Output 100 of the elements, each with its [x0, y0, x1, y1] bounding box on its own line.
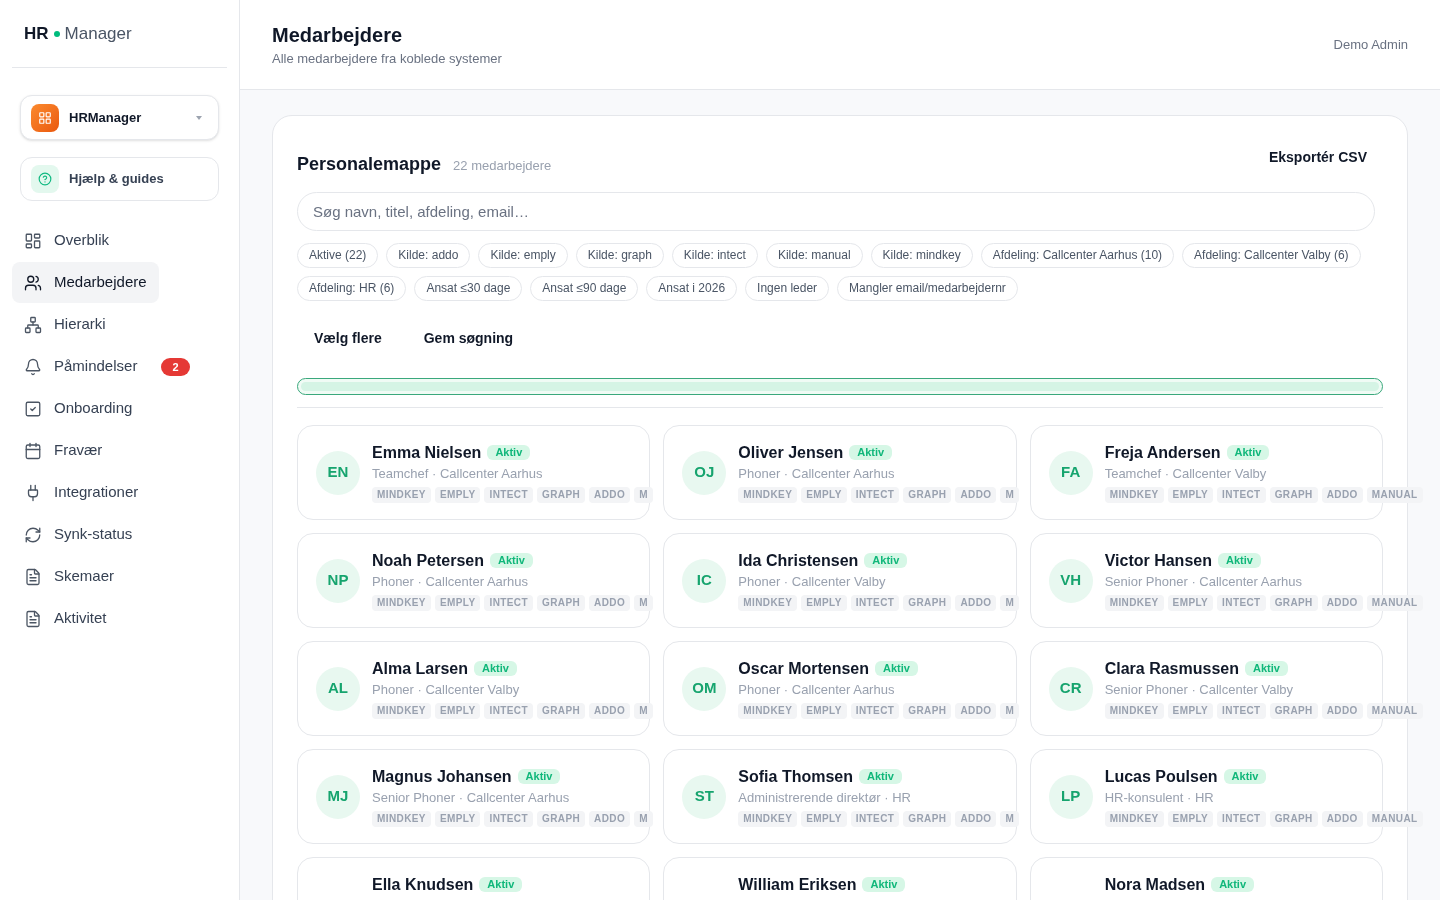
nav-item[interactable]: Overblik — [12, 220, 121, 261]
avatar-initials: OM — [682, 666, 727, 711]
action-button[interactable]: Gem søgning — [406, 321, 531, 355]
source-tag: MINDKEY — [1104, 595, 1164, 611]
employee-name: Ida Christensen — [738, 550, 859, 571]
source-tag: M — [1000, 703, 1020, 719]
source-tag: INTECT — [484, 595, 533, 611]
filter-chip[interactable]: Mangler email/medarbejdernr — [837, 276, 1018, 301]
nav-item[interactable]: Fravær — [12, 430, 115, 471]
status-badge: Aktiv — [479, 877, 523, 892]
source-tag: ADDO — [1321, 703, 1363, 719]
section-title: Personalemappe — [297, 153, 442, 176]
source-tag: ADDO — [955, 703, 997, 719]
source-tag: ADDO — [589, 811, 631, 827]
nav-item[interactable]: Aktivitet — [12, 598, 119, 639]
source-tag: ADDO — [955, 595, 997, 611]
avatar-initials: FA — [1048, 450, 1093, 495]
source-tag: M — [1000, 487, 1020, 503]
nav-item[interactable]: Synk-status — [12, 514, 145, 555]
status-badge: Aktiv — [1217, 553, 1261, 568]
employee-role: Phoner · Callcenter Aarhus — [738, 464, 895, 483]
filter-chip[interactable]: Ansat i 2026 — [646, 276, 738, 301]
count-badge: 2 — [161, 357, 190, 376]
status-badge: Aktiv — [862, 877, 906, 892]
help-button[interactable]: Hjælp & guides — [20, 157, 219, 201]
avatar-initials: VH — [1048, 558, 1093, 603]
employee-name: Sofia Thomsen — [738, 766, 853, 787]
nav-item[interactable]: Påmindelser — [12, 346, 150, 387]
avatar-initials: NP — [316, 558, 360, 603]
filter-chip[interactable]: Ansat ≤30 dage — [414, 276, 523, 301]
filter-chip[interactable]: Afdeling: Callcenter Aarhus (10) — [980, 243, 1175, 268]
employee-name: Oscar Mortensen — [738, 658, 870, 679]
source-tag: M — [634, 487, 653, 503]
filter-chip[interactable]: Aktive (22) — [297, 243, 379, 268]
source-tag: GRAPH — [903, 595, 952, 611]
filter-chip[interactable]: Ingen leder — [745, 276, 830, 301]
source-tag: EMPLY — [434, 703, 481, 719]
source-tag: M — [634, 703, 653, 719]
filter-chip[interactable]: Kilde: intect — [671, 243, 758, 268]
filter-chip[interactable]: Kilde: emply — [478, 243, 568, 268]
status-badge: Aktiv — [1211, 877, 1255, 892]
nav-item[interactable]: Integrationer — [12, 472, 151, 513]
source-tag: GRAPH — [536, 595, 586, 611]
employee-name: Ella Knudsen — [372, 874, 474, 895]
export-button[interactable]: Eksportér CSV — [1252, 140, 1383, 174]
source-tag: INTECT — [850, 703, 900, 719]
employee-name: Freja Andersen — [1104, 442, 1221, 463]
status-badge: Aktiv — [517, 769, 561, 784]
source-tag: MANUAL — [1366, 487, 1423, 503]
hierarchy-icon — [24, 315, 42, 334]
nav-item[interactable]: Skemaer — [12, 556, 127, 597]
source-tag: MINDKEY — [738, 703, 798, 719]
employee-card[interactable]: Nora Madsen Aktiv — [1029, 857, 1383, 900]
employee-role: Teamchef · Callcenter Valby — [1104, 464, 1268, 483]
source-tag: MINDKEY — [738, 811, 798, 827]
filter-chip[interactable]: Afdeling: HR (6) — [297, 276, 407, 301]
source-tag: EMPLY — [1167, 487, 1214, 503]
employee-role: Senior Phoner · Callcenter Valby — [1104, 680, 1293, 699]
filter-chip[interactable]: Kilde: mindkey — [870, 243, 973, 268]
employee-count: 22 medarbejdere — [453, 157, 552, 175]
status-badge: Aktiv — [849, 445, 893, 460]
avatar-initials: OJ — [682, 450, 727, 495]
filter-chip[interactable]: Kilde: addo — [386, 243, 471, 268]
filter-chip[interactable]: Ansat ≤90 dage — [530, 276, 639, 301]
source-tag: GRAPH — [903, 811, 952, 827]
action-button[interactable]: Vælg flere — [297, 321, 399, 355]
avatar-initials: IC — [682, 558, 727, 603]
employee-card[interactable]: Ella Knudsen Aktiv — [297, 857, 651, 900]
source-tag: M — [634, 811, 653, 827]
grid-icon — [31, 103, 59, 132]
dashboard-icon — [24, 231, 42, 250]
filter-chip[interactable]: Kilde: manual — [765, 243, 863, 268]
source-tag: INTECT — [1217, 811, 1266, 827]
filter-chip[interactable]: Afdeling: Callcenter Valby (6) — [1182, 243, 1361, 268]
avatar-initials: EN — [316, 450, 360, 495]
status-badge: Aktiv — [487, 445, 531, 460]
document-icon — [24, 609, 42, 628]
employee-role: Phoner · Callcenter Aarhus — [738, 680, 896, 699]
status-badge: Aktiv — [1226, 445, 1270, 460]
source-tag: MANUAL — [1366, 703, 1423, 719]
source-tag: MINDKEY — [738, 487, 798, 503]
source-tag: M — [634, 595, 653, 611]
nav-item[interactable]: Hierarki — [12, 304, 118, 345]
workspace-select[interactable]: HRManager — [20, 95, 219, 140]
nav-item[interactable]: Onboarding — [12, 388, 145, 429]
status-badge: Aktiv — [474, 661, 517, 676]
source-tag: EMPLY — [1167, 703, 1214, 719]
filter-chip[interactable]: Kilde: graph — [575, 243, 664, 268]
employee-role: Phoner · Callcenter Aarhus — [372, 572, 530, 591]
source-tag: GRAPH — [1269, 811, 1318, 827]
employee-card[interactable]: William Eriksen Aktiv — [663, 857, 1017, 900]
source-tag: INTECT — [850, 811, 900, 827]
source-tag: EMPLY — [801, 487, 847, 503]
nav-item[interactable]: Medarbejdere — [12, 262, 159, 303]
employee-role: Phoner · Callcenter Valby — [372, 680, 520, 699]
employee-name: Victor Hansen — [1104, 550, 1212, 571]
avatar-initials: CR — [1048, 666, 1093, 711]
source-tag: GRAPH — [536, 487, 586, 503]
search-field[interactable]: Søg navn, titel, afdeling, email… — [297, 192, 1375, 231]
source-tag: EMPLY — [434, 487, 481, 503]
